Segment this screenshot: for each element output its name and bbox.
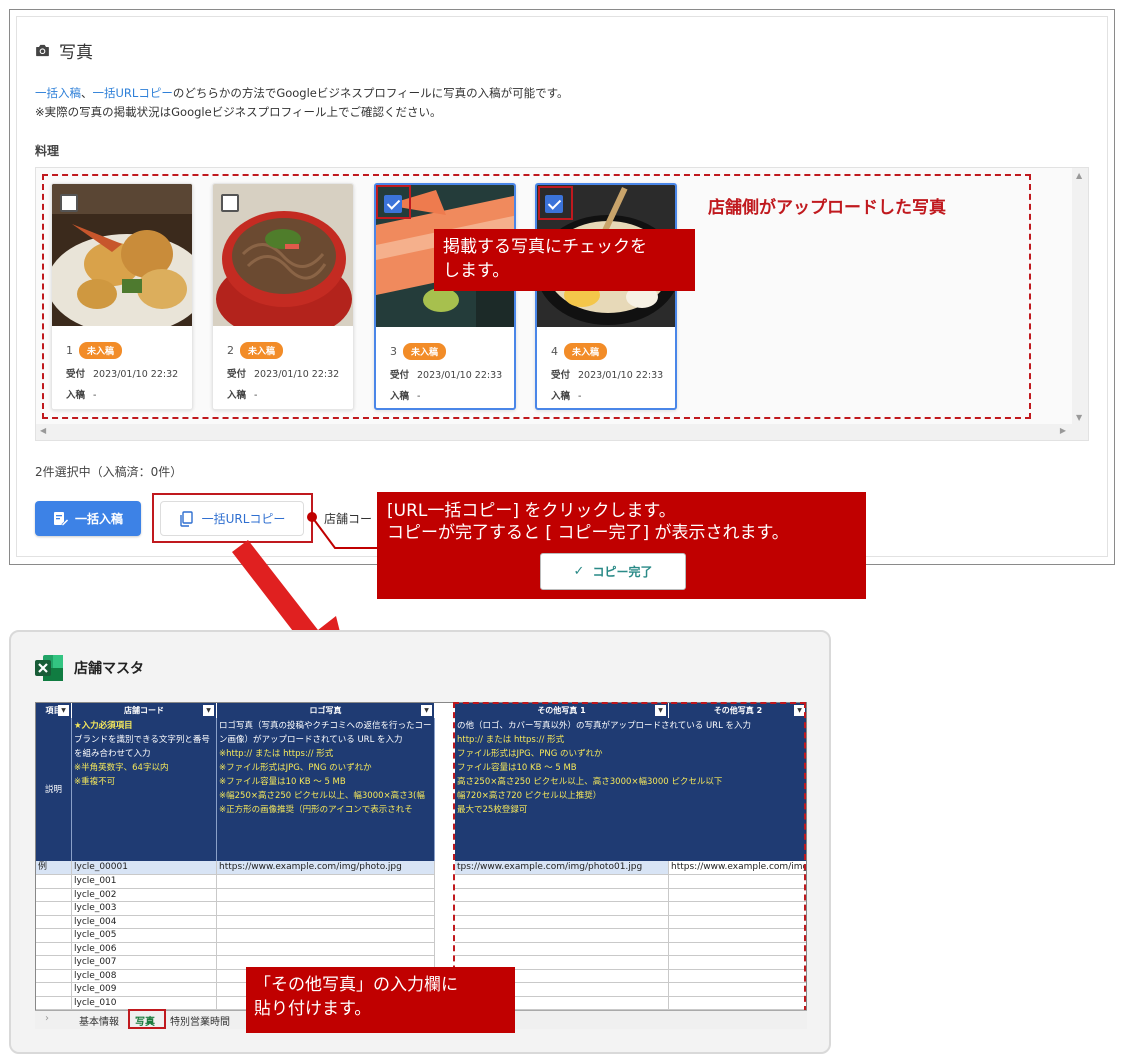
desc-line: ※重複不可: [74, 777, 116, 787]
cell-store-code[interactable]: lycle_002: [72, 888, 217, 902]
filter-dropdown-icon[interactable]: ▼: [421, 705, 432, 716]
cell-store-code[interactable]: lycle_006: [72, 942, 217, 956]
paste-callout: 「その他写真」の入力欄に 貼り付けます。: [246, 967, 515, 1033]
desc-line: ★入力必須項目: [74, 721, 133, 731]
header-logo-photo-label: ロゴ写真: [309, 706, 342, 715]
desc-line: ※ファイル容量は10 KB ～ 5 MB: [219, 777, 346, 787]
table-cell[interactable]: [217, 942, 435, 956]
cell-store-code[interactable]: lycle_001: [72, 875, 217, 889]
desc-line: ※半角英数字、64字以内: [74, 763, 169, 773]
cell-store-code[interactable]: lycle_007: [72, 956, 217, 970]
header-store-code-label: 店舗コード: [124, 706, 164, 715]
table-cell[interactable]: [217, 915, 435, 929]
table-cell[interactable]: [36, 969, 72, 983]
photo-tab-highlight: [128, 1009, 166, 1029]
cell-example-label[interactable]: 例: [36, 861, 72, 875]
cell-store-code[interactable]: lycle_003: [72, 902, 217, 916]
desc-line: ※ファイル形式はJPG、PNG のいずれか: [219, 763, 372, 773]
excel-title: 店舗マスタ: [34, 653, 144, 683]
desc-line: ン画像）がアップロードされている URL を入力: [219, 735, 403, 745]
tab-special-hours[interactable]: 特別営業時間: [170, 1013, 230, 1028]
excel-icon: [35, 655, 63, 681]
table-cell[interactable]: [36, 983, 72, 997]
header-store-code[interactable]: 店舗コード ▼: [72, 703, 217, 718]
table-cell[interactable]: [217, 902, 435, 916]
desc-line: を組み合わせて入力: [74, 749, 151, 759]
cell-example-logo[interactable]: https://www.example.com/img/photo.jpg: [217, 861, 435, 875]
header-item[interactable]: 項目 ▼: [36, 703, 72, 718]
desc-label-cell: 説明: [36, 718, 72, 861]
cell-store-code[interactable]: lycle_008: [72, 969, 217, 983]
filter-dropdown-icon[interactable]: ▼: [58, 705, 69, 716]
filter-dropdown-icon[interactable]: ▼: [203, 705, 214, 716]
cell-store-code[interactable]: lycle_004: [72, 915, 217, 929]
desc-line: ※幅250×高さ250 ピクセル以上、幅3000×高さ3(幅: [219, 791, 425, 801]
desc-line: ※http:// または https:// 形式: [219, 749, 334, 759]
paste-callout-line2: 貼り付けます。: [254, 999, 372, 1019]
table-cell[interactable]: [36, 956, 72, 970]
table-cell[interactable]: [36, 942, 72, 956]
desc-store-code-cell: ★入力必須項目 ブランドを識別できる文字列と番号 を組み合わせて入力 ※半角英数…: [72, 718, 217, 861]
table-cell[interactable]: [36, 875, 72, 889]
tab-scroll-icon[interactable]: ›: [45, 1013, 49, 1024]
table-cell[interactable]: [217, 929, 435, 943]
header-logo-photo[interactable]: ロゴ写真 ▼: [217, 703, 435, 718]
cell-example-code[interactable]: lycle_00001: [72, 861, 217, 875]
cell-store-code[interactable]: lycle_005: [72, 929, 217, 943]
table-cell[interactable]: [36, 888, 72, 902]
table-cell[interactable]: [36, 929, 72, 943]
cell-store-code[interactable]: lycle_010: [72, 996, 217, 1010]
table-cell[interactable]: [217, 888, 435, 902]
desc-line: ロゴ写真（写真の投稿やクチコミへの返信を行ったコード: [219, 721, 435, 731]
desc-logo-cell: ロゴ写真（写真の投稿やクチコミへの返信を行ったコード ン画像）がアップロードされ…: [217, 718, 435, 861]
desc-label: 説明: [44, 784, 62, 795]
other-photo-highlight: [453, 702, 806, 1012]
paste-callout-line1: 「その他写真」の入力欄に: [254, 975, 458, 995]
desc-line: ブランドを識別できる文字列と番号: [74, 735, 210, 745]
table-cell[interactable]: [217, 875, 435, 889]
table-cell[interactable]: [36, 902, 72, 916]
excel-title-text: 店舗マスタ: [74, 661, 144, 677]
desc-line: ※正方形の画像推奨（円形のアイコンで表示されそ: [219, 805, 413, 815]
tab-basic-info[interactable]: 基本情報: [79, 1013, 119, 1028]
table-cell[interactable]: [36, 996, 72, 1010]
cell-store-code[interactable]: lycle_009: [72, 983, 217, 997]
table-cell[interactable]: [36, 915, 72, 929]
